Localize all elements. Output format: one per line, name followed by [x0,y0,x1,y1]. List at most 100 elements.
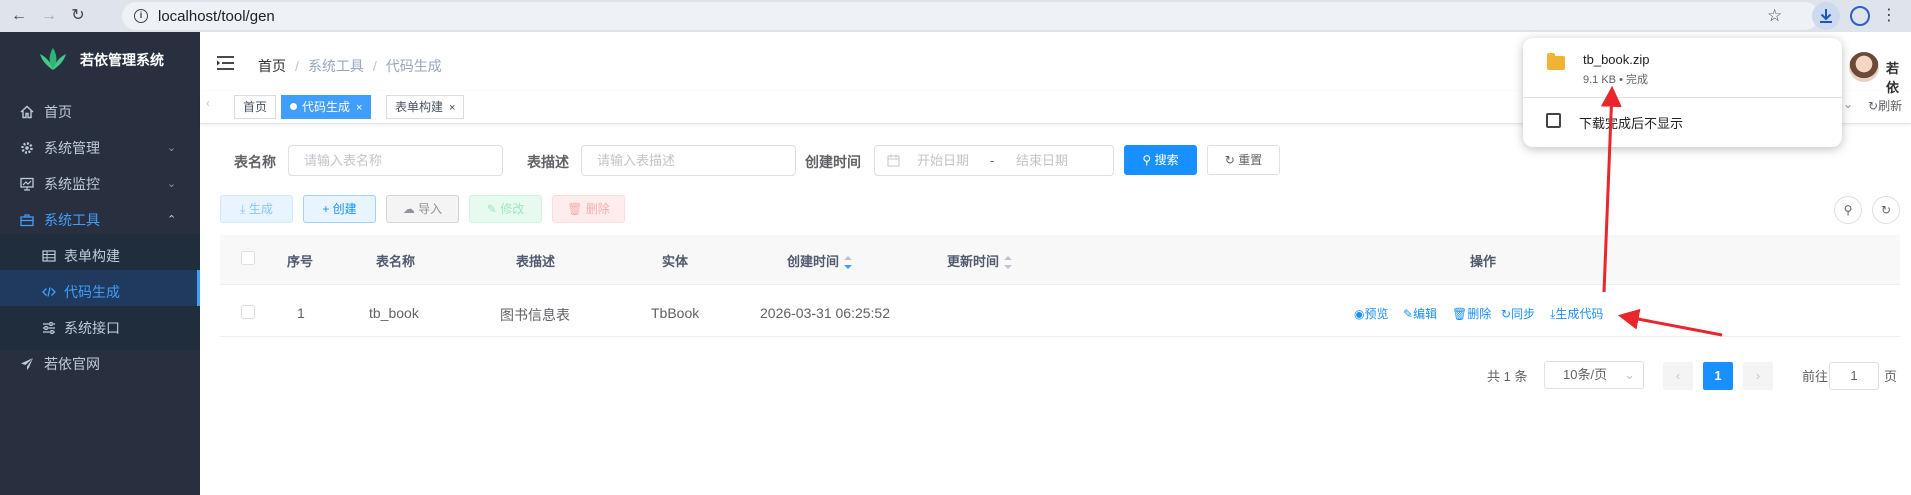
bookmark-star-icon[interactable]: ☆ [1767,6,1782,26]
cell-create-time: 2026-03-31 06:25:52 [760,305,890,321]
generate-code-link[interactable]: ⤓生成代码 [1550,305,1603,322]
more-menu-icon[interactable]: ⋮ [1881,6,1897,26]
app-name: 若依管理系统 [80,52,164,68]
site-info-icon[interactable]: i [134,9,148,23]
col-table-desc: 表描述 [516,254,556,269]
col-operations: 操作 [1470,254,1497,269]
delete-button[interactable]: 🗑 删除 [552,195,625,223]
goto-page-input[interactable]: 1 [1829,362,1879,390]
col-entity: 实体 [662,254,689,269]
toggle-search-button[interactable]: ⚲ [1834,196,1862,224]
generate-button[interactable]: ⤓ 生成 [220,195,293,223]
edit-button[interactable]: ✎ 修改 [469,195,542,223]
preview-link[interactable]: ◉预览 [1354,305,1389,322]
tag-home[interactable]: 首页 [234,95,277,119]
sync-link[interactable]: ↻同步 [1501,305,1535,322]
download-icon: ⤓ [240,202,246,216]
sort-icon[interactable] [1004,255,1013,270]
plus-icon: + [322,202,330,216]
logo-icon [40,48,66,70]
cell-table-desc: 图书信息表 [500,307,570,323]
hamburger-icon[interactable] [217,56,234,70]
refresh-tag-button[interactable]: ↻刷新 [1868,97,1902,114]
row-divider [220,336,1900,337]
page-suffix: 页 [1884,369,1898,384]
breadcrumb-system-tools: 系统工具 [307,58,364,74]
prev-page-button[interactable]: ‹ [1663,362,1693,390]
paper-plane-icon [21,358,33,370]
close-icon[interactable]: × [356,102,362,114]
table-name-input[interactable]: 请输入表名称 [288,145,503,176]
reset-button[interactable]: ↻ 重置 [1207,145,1280,175]
download-bubble: tb_book.zip 9.1 KB • 完成 下载完成后不显示 [1523,38,1842,147]
url-text: localhost/tool/gen [158,8,275,25]
table-desc-input[interactable]: 请输入表描述 [581,145,796,176]
breadcrumb-code-gen: 代码生成 [385,58,442,74]
start-date-input[interactable]: 开始日期 [917,146,969,175]
sidebar: 若依管理系统 首页 系统管理 ⌄ 系统监控 ⌄ 系统工具 ⌃ 表单构建 代码生成… [0,32,200,495]
home-icon [20,105,34,119]
page-size-select[interactable]: 10条/页 ⌄ [1544,361,1644,389]
goto-label: 前往 [1802,369,1829,384]
toolbox-icon [20,214,34,227]
table-name-label: 表名称 [234,154,276,170]
row-checkbox[interactable] [241,305,255,319]
scroll-left-icon[interactable]: ‹ [206,96,210,110]
date-range-picker[interactable]: 开始日期 - 结束日期 [874,145,1114,176]
address-bar[interactable]: i localhost/tool/gen [122,2,1819,30]
col-update-time[interactable]: 更新时间 [947,251,1013,270]
search-button[interactable]: ⚲ 搜索 [1124,145,1197,175]
breadcrumb-home[interactable]: 首页 [258,58,286,74]
tag-form-builder[interactable]: 表单构建 × [386,95,465,119]
cloud-upload-icon: ☁ [402,202,415,216]
folder-icon [1547,53,1565,70]
refresh-icon: ↻ [1501,307,1512,321]
sidebar-item-official-site[interactable]: 若依官网 [0,342,200,386]
calendar-icon [887,154,900,167]
table-icon [42,250,56,262]
downloads-button[interactable] [1812,2,1840,30]
col-index: 序号 [287,254,314,269]
end-date-input[interactable]: 结束日期 [1016,146,1068,175]
sliders-icon [43,322,55,334]
eye-icon: ◉ [1354,307,1365,321]
cell-entity: TbBook [651,305,700,321]
edit-icon: ✎ [1403,307,1414,321]
cell-index: 1 [297,305,305,321]
forward-arrow-icon[interactable]: → [38,6,60,26]
sort-icon[interactable] [844,255,853,270]
close-icon[interactable]: × [449,102,455,114]
code-icon [42,287,56,297]
trash-icon: 🗑 [1452,307,1468,321]
create-time-label: 创建时间 [805,154,861,170]
gear-icon [21,142,33,154]
profile-icon[interactable] [1850,6,1870,26]
next-page-button[interactable]: › [1743,362,1773,390]
delete-link[interactable]: 🗑删除 [1452,305,1491,322]
refresh-icon: ↻ [1880,203,1892,217]
refresh-icon: ↻ [1224,153,1235,167]
arrow-to-generate-code [1617,308,1723,337]
create-button[interactable]: + 创建 [303,195,376,223]
back-arrow-icon[interactable]: ← [8,6,30,26]
cell-table-name: tb_book [369,305,419,321]
avatar[interactable] [1849,52,1879,82]
refresh-table-button[interactable]: ↻ [1872,196,1900,224]
page-1-button[interactable]: 1 [1703,362,1733,390]
tags-dropdown-icon[interactable]: ⌄ [1843,97,1853,111]
search-icon: ⚲ [1142,153,1152,167]
monitor-icon [20,177,34,191]
col-create-time[interactable]: 创建时间 [787,251,853,270]
tag-code-generator[interactable]: 代码生成 × [281,95,372,119]
edit-link[interactable]: ✎编辑 [1403,305,1437,322]
reload-icon[interactable]: ↻ [67,6,89,26]
table-desc-label: 表描述 [527,154,569,170]
dont-show-checkbox[interactable] [1546,113,1561,128]
import-button[interactable]: ☁ 导入 [386,195,459,223]
pagination-total: 共 1 条 [1487,369,1528,384]
download-status: 9.1 KB • 完成 [1583,74,1648,86]
table-header [220,235,1900,285]
download-filename[interactable]: tb_book.zip [1583,52,1650,67]
select-all-checkbox[interactable] [241,251,255,265]
refresh-icon: ↻ [1868,99,1879,113]
